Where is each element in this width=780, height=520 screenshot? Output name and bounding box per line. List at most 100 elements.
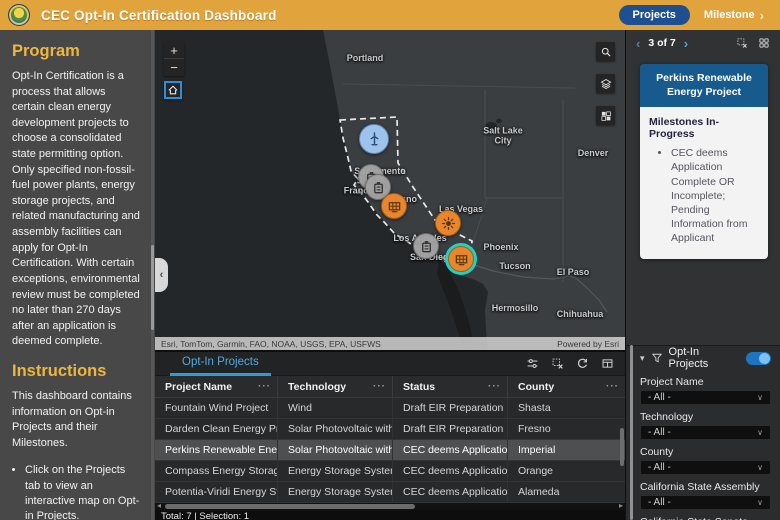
tab-projects[interactable]: Projects bbox=[618, 5, 690, 25]
table-row[interactable]: Darden Clean Energy Proj...Solar Photovo… bbox=[155, 419, 625, 440]
sliders-icon bbox=[527, 359, 537, 368]
battery-storage-marker[interactable] bbox=[413, 233, 439, 259]
table-header-row: Project Name ··· Technology ··· Status ··· Cou… bbox=[155, 376, 625, 398]
column-menu-icon[interactable]: ··· bbox=[373, 381, 386, 392]
funnel-icon bbox=[651, 352, 663, 364]
zoom-in-button[interactable]: + bbox=[164, 42, 184, 59]
filter-field-label: California State Senate bbox=[640, 516, 771, 520]
feature-pagination: ‹ 3 of 7 › bbox=[626, 32, 780, 54]
layers-button[interactable] bbox=[596, 74, 615, 93]
chevron-down-icon: ∨ bbox=[757, 428, 763, 437]
sidebar-scrollbar[interactable] bbox=[151, 30, 154, 520]
app-header: CEC Opt-In Certification Dashboard Proje… bbox=[0, 0, 780, 30]
table-row[interactable]: Perkins Renewable Energy...Solar Photovo… bbox=[155, 440, 625, 461]
dashboard-app: CEC Opt-In Certification Dashboard Proje… bbox=[0, 0, 780, 520]
table-horizontal-scrollbar[interactable]: ◂ ▸ bbox=[155, 502, 625, 510]
selected-value: - All - bbox=[648, 392, 671, 403]
solar-panel-marker[interactable] bbox=[381, 193, 407, 219]
filter-select-california-state-assembly[interactable]: - All - ∨ bbox=[640, 495, 771, 510]
wind-turbine-marker[interactable] bbox=[359, 124, 389, 154]
column-header[interactable]: County ··· bbox=[508, 376, 625, 397]
page-title: CEC Opt-In Certification Dashboard bbox=[41, 7, 277, 23]
tab-milestone[interactable]: Milestone › bbox=[704, 8, 764, 23]
table-cell: CEC deems Application C... bbox=[393, 461, 508, 481]
table-cell: Solar Photovoltaic with ESS bbox=[278, 440, 393, 460]
basemap-grid-icon bbox=[601, 111, 611, 121]
filter-field-label: Technology bbox=[640, 411, 694, 423]
gallery-view-button[interactable] bbox=[756, 35, 772, 51]
projects-table-panel: Opt-In Projects Project Name ··· Technol… bbox=[155, 352, 625, 520]
table-cell: Perkins Renewable Energy... bbox=[155, 440, 278, 460]
milestone-label: Milestone bbox=[703, 9, 755, 21]
zoom-out-button[interactable]: − bbox=[164, 59, 184, 76]
sidebar-scrollbar-thumb[interactable] bbox=[151, 245, 154, 330]
table-cell: CEC deems Application C... bbox=[393, 482, 508, 502]
info-sidebar: Program Opt-In Certification is a proces… bbox=[0, 30, 155, 520]
map-search-button[interactable] bbox=[596, 42, 615, 61]
clear-selection-icon bbox=[552, 358, 563, 369]
table-actions-button[interactable] bbox=[597, 355, 617, 373]
column-header[interactable]: Project Name ··· bbox=[155, 376, 278, 397]
table-cell: Compass Energy Storage ... bbox=[155, 461, 278, 481]
details-toolbar bbox=[734, 35, 772, 51]
filter-select-county[interactable]: - All - ∨ bbox=[640, 460, 771, 475]
filter-field-label: County bbox=[640, 446, 674, 458]
sidebar-collapse-handle[interactable]: ‹ bbox=[155, 258, 168, 292]
clear-feature-selection-button[interactable] bbox=[734, 35, 750, 51]
filter-toggle[interactable] bbox=[745, 351, 771, 365]
hscroll-left-arrow-icon[interactable]: ◂ bbox=[157, 502, 161, 510]
chevron-down-icon: ∨ bbox=[757, 498, 763, 507]
column-header[interactable]: Technology ··· bbox=[278, 376, 393, 397]
table-cell: Orange bbox=[518, 465, 554, 477]
solar-sun-marker[interactable] bbox=[435, 210, 461, 236]
table-cell: Energy Storage System bbox=[278, 461, 393, 481]
column-menu-icon[interactable]: ··· bbox=[258, 381, 271, 392]
project-card-title: Perkins Renewable Energy Project bbox=[640, 64, 768, 108]
project-detail-card[interactable]: Perkins Renewable Energy Project Milesto… bbox=[640, 64, 768, 260]
grid-icon bbox=[759, 38, 769, 48]
solar-panel-marker[interactable] bbox=[448, 246, 474, 272]
filter-select-project-name[interactable]: - All - ∨ bbox=[640, 390, 771, 405]
column-header[interactable]: Status ··· bbox=[393, 376, 508, 397]
zoom-controls: + − bbox=[164, 42, 184, 76]
column-menu-icon[interactable]: ··· bbox=[488, 381, 501, 392]
column-menu-icon[interactable]: ··· bbox=[606, 381, 619, 392]
cec-seal-logo bbox=[8, 4, 30, 26]
field-options-button[interactable] bbox=[522, 355, 542, 373]
filter-select-technology[interactable]: - All - ∨ bbox=[640, 425, 771, 440]
hscroll-right-arrow-icon[interactable]: ▸ bbox=[619, 502, 623, 510]
map-attribution: Esri, TomTom, Garmin, FAO, NOAA, USGS, E… bbox=[155, 337, 625, 350]
table-hscroll-thumb[interactable] bbox=[165, 504, 415, 509]
table-cell: Draft EIR Preparation bbox=[393, 419, 508, 439]
tab-opt-in-projects[interactable]: Opt-In Projects bbox=[170, 352, 271, 376]
next-feature-icon[interactable]: › bbox=[684, 36, 688, 51]
table-actions-icon bbox=[602, 359, 612, 368]
refresh-button[interactable] bbox=[572, 355, 592, 373]
table-row[interactable]: Fountain Wind Project Wind Draft EIR Prepa… bbox=[155, 398, 625, 419]
selected-value: - All - bbox=[648, 427, 671, 438]
basemap-gallery-button[interactable] bbox=[596, 106, 615, 125]
home-icon bbox=[168, 85, 178, 95]
table-cell: Fountain Wind Project bbox=[155, 398, 278, 418]
table-vertical-scrollbar[interactable] bbox=[620, 400, 624, 500]
filter-field-label: California State Assembly bbox=[640, 481, 760, 493]
milestones-heading: Milestones In-Progress bbox=[649, 116, 720, 141]
right-panel-scrollbar-thumb[interactable] bbox=[630, 345, 633, 520]
table-cell: Potentia-Viridi Energy Stor... bbox=[155, 482, 278, 502]
table-row[interactable]: Potentia-Viridi Energy Stor...Energy Sto… bbox=[155, 482, 625, 503]
program-heading: Program bbox=[12, 42, 80, 60]
disclosure-triangle-icon[interactable]: ▾ bbox=[640, 353, 645, 364]
filter-field-label: Project Name bbox=[640, 376, 704, 388]
milestones-list: CEC deems Application Complete OR Incomp… bbox=[671, 146, 759, 245]
table-cell: Draft EIR Preparation bbox=[393, 398, 508, 418]
home-button[interactable] bbox=[164, 81, 182, 99]
projects-map[interactable]: PortlandSalt Lake CityDenverSacramentoSa… bbox=[155, 30, 625, 352]
filter-fields: Project Name - All - ∨ Technology - All - ∨ Co… bbox=[640, 376, 771, 520]
clear-selection-button[interactable] bbox=[547, 355, 567, 373]
details-panel: ‹ 3 of 7 › Perkins Renewable Energy Proj… bbox=[625, 30, 780, 520]
table-vscroll-thumb[interactable] bbox=[620, 428, 624, 466]
previous-feature-icon[interactable]: ‹ bbox=[636, 36, 640, 51]
table-row[interactable]: Compass Energy Storage ...Energy Storage… bbox=[155, 461, 625, 482]
instructions-list: Click on the Projects tab to view an int… bbox=[25, 463, 141, 520]
selected-value: - All - bbox=[648, 497, 671, 508]
